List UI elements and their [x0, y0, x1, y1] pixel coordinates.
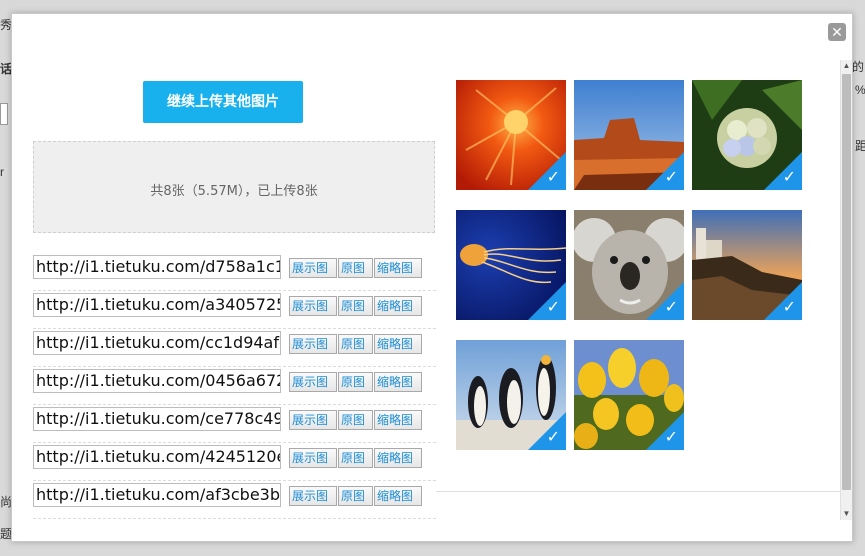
thumbnail-koala[interactable]: ✓	[574, 210, 684, 320]
thumbnail-link-button[interactable]: 缩略图	[374, 258, 422, 278]
thumbnail-link-button[interactable]: 缩略图	[374, 448, 422, 468]
original-link-button[interactable]: 原图	[338, 410, 373, 430]
url-row: http://i1.tietuku.com/af3cbe3b2 展示图 原图 缩…	[33, 481, 436, 519]
url-row: http://i1.tietuku.com/ce778c493 展示图 原图 缩…	[33, 405, 436, 443]
display-link-button[interactable]: 展示图	[289, 410, 337, 430]
checkmark-icon: ✓	[782, 167, 796, 186]
checkmark-icon: ✓	[664, 297, 678, 316]
thumbnail-tulips[interactable]: ✓	[574, 340, 684, 450]
display-link-button[interactable]: 展示图	[289, 448, 337, 468]
url-field[interactable]: http://i1.tietuku.com/d758a1c18	[33, 255, 281, 279]
checkmark-icon: ✓	[664, 167, 678, 186]
checkmark-icon: ✓	[782, 297, 796, 316]
upload-drop-area[interactable]: 共8张（5.57M），已上传8张	[33, 141, 435, 233]
upload-dialog: ✕ 继续上传其他图片 共8张（5.57M），已上传8张 http://i1.ti…	[11, 13, 853, 542]
url-row: http://i1.tietuku.com/d758a1c18 展示图 原图 缩…	[33, 253, 436, 291]
checkmark-icon: ✓	[546, 297, 560, 316]
url-field[interactable]: http://i1.tietuku.com/4245120e7	[33, 445, 281, 469]
original-link-button[interactable]: 原图	[338, 486, 373, 506]
url-field[interactable]: http://i1.tietuku.com/af3cbe3b2	[33, 483, 281, 507]
continue-upload-button[interactable]: 继续上传其他图片	[143, 81, 303, 123]
url-field[interactable]: http://i1.tietuku.com/0456a672e	[33, 369, 281, 393]
scroll-up-icon[interactable]: ▲	[841, 60, 852, 72]
divider	[436, 491, 852, 492]
bg-text: 距	[855, 139, 865, 153]
url-field[interactable]: http://i1.tietuku.com/a3405725b	[33, 293, 281, 317]
checkmark-icon: ✓	[664, 427, 678, 446]
bg-text: 的	[852, 60, 865, 74]
scrollbar-thumb[interactable]	[842, 74, 851, 490]
display-link-button[interactable]: 展示图	[289, 258, 337, 278]
url-row	[33, 519, 436, 521]
thumbnail-link-button[interactable]: 缩略图	[374, 334, 422, 354]
scroll-down-icon[interactable]: ▼	[841, 508, 852, 520]
thumbnail-lighthouse[interactable]: ✓	[692, 210, 802, 320]
original-link-button[interactable]: 原图	[338, 296, 373, 316]
original-link-button[interactable]: 原图	[338, 334, 373, 354]
checkmark-icon: ✓	[546, 167, 560, 186]
thumbnail-penguins[interactable]: ✓	[456, 340, 566, 450]
url-row: http://i1.tietuku.com/4245120e7 展示图 原图 缩…	[33, 443, 436, 481]
close-button[interactable]: ✕	[828, 23, 846, 41]
original-link-button[interactable]: 原图	[338, 448, 373, 468]
url-row: http://i1.tietuku.com/a3405725b 展示图 原图 缩…	[33, 291, 436, 329]
display-link-button[interactable]: 展示图	[289, 372, 337, 392]
url-row: http://i1.tietuku.com/0456a672e 展示图 原图 缩…	[33, 367, 436, 405]
thumbnail-jellyfish[interactable]: ✓	[456, 210, 566, 320]
display-link-button[interactable]: 展示图	[289, 486, 337, 506]
thumbnail-orange-flower[interactable]: ✓	[456, 80, 566, 190]
display-link-button[interactable]: 展示图	[289, 334, 337, 354]
display-link-button[interactable]: 展示图	[289, 296, 337, 316]
thumbnail-desert[interactable]: ✓	[574, 80, 684, 190]
url-field[interactable]: http://i1.tietuku.com/cc1d94afd	[33, 331, 281, 355]
original-link-button[interactable]: 原图	[338, 258, 373, 278]
url-row: http://i1.tietuku.com/cc1d94afd 展示图 原图 缩…	[33, 329, 436, 367]
thumbnail-link-button[interactable]: 缩略图	[374, 410, 422, 430]
bg-text: %	[855, 83, 865, 97]
vertical-scrollbar[interactable]: ▲ ▼	[840, 60, 852, 520]
original-link-button[interactable]: 原图	[338, 372, 373, 392]
url-field[interactable]: http://i1.tietuku.com/ce778c493	[33, 407, 281, 431]
thumbnail-hydrangea[interactable]: ✓	[692, 80, 802, 190]
checkmark-icon: ✓	[546, 427, 560, 446]
thumbnail-link-button[interactable]: 缩略图	[374, 372, 422, 392]
bg-input	[0, 103, 8, 125]
thumbnail-link-button[interactable]: 缩略图	[374, 296, 422, 316]
upload-summary-text: 共8张（5.57M），已上传8张	[150, 184, 318, 199]
bg-text: r	[0, 165, 4, 179]
thumbnail-link-button[interactable]: 缩略图	[374, 486, 422, 506]
url-list: http://i1.tietuku.com/d758a1c18 展示图 原图 缩…	[33, 253, 436, 521]
